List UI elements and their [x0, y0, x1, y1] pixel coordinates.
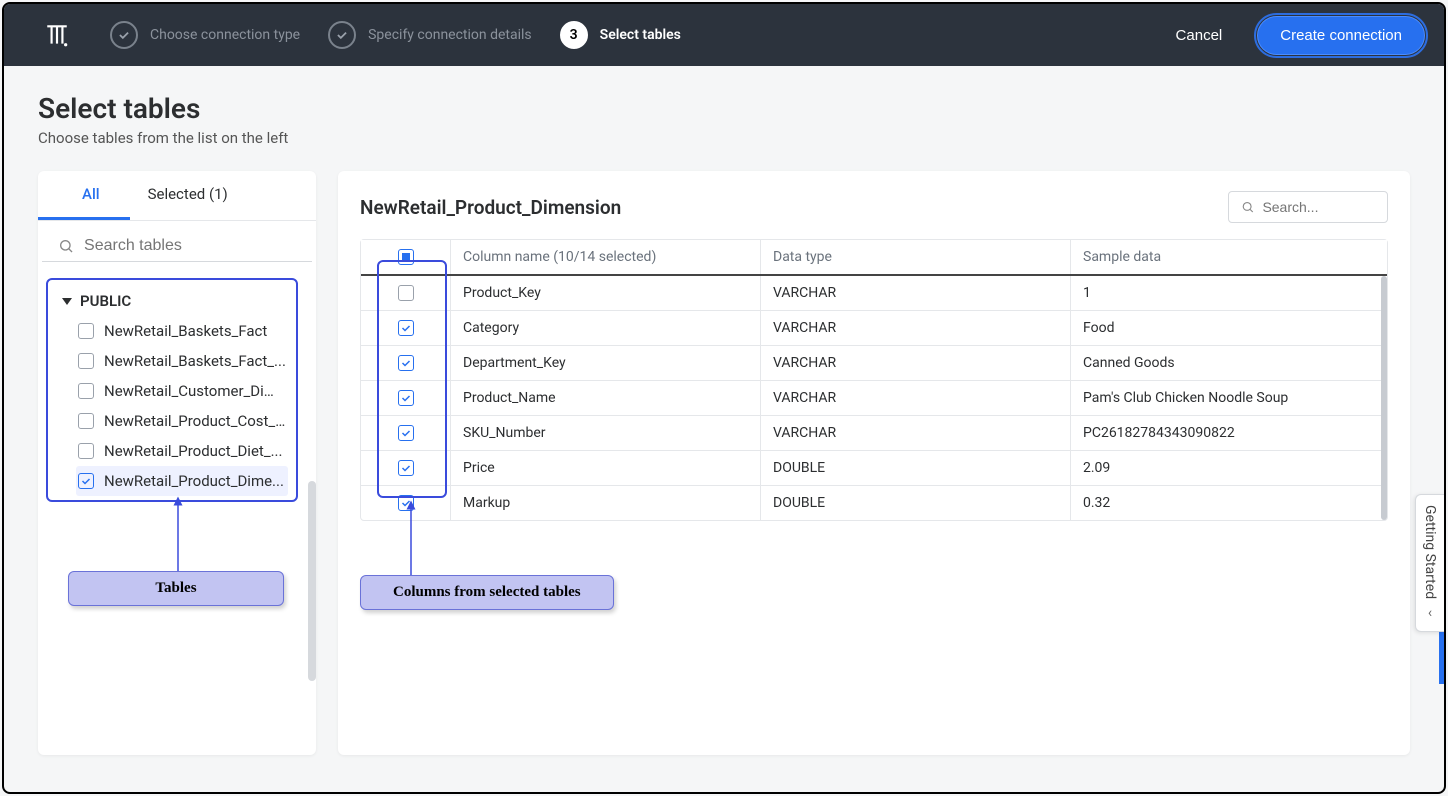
column-type: DOUBLE — [761, 451, 1071, 485]
column-sample: Canned Goods — [1071, 346, 1387, 380]
search-icon — [58, 237, 74, 255]
app-logo — [44, 22, 70, 48]
column-sample: PC26182784343090822 — [1071, 416, 1387, 450]
column-sample: 1 — [1071, 276, 1387, 310]
step-label: Choose connection type — [150, 27, 300, 43]
table-checkbox[interactable] — [78, 353, 94, 369]
column-row: MarkupDOUBLE0.32 — [361, 486, 1387, 520]
column-checkbox[interactable] — [398, 320, 414, 336]
column-name: Product_Name — [451, 381, 761, 415]
column-type: VARCHAR — [761, 416, 1071, 450]
header-sample-data: Sample data — [1071, 240, 1387, 274]
step-2: Specify connection details — [328, 21, 532, 49]
table-item[interactable]: NewRetail_Baskets_Fact_... — [76, 346, 288, 376]
step-number: 3 — [560, 21, 588, 49]
column-sample: Pam's Club Chicken Noodle Soup — [1071, 381, 1387, 415]
column-name: Price — [451, 451, 761, 485]
columns-panel: NewRetail_Product_Dimension Column name … — [338, 171, 1410, 755]
table-label: NewRetail_Product_Diet_... — [104, 442, 282, 460]
column-checkbox[interactable] — [398, 390, 414, 406]
search-columns-box — [1228, 191, 1388, 223]
column-checkbox[interactable] — [398, 285, 414, 301]
callout-tables: Tables — [68, 571, 284, 606]
arrow-tables — [163, 495, 193, 575]
search-icon — [1241, 199, 1254, 215]
cancel-button[interactable]: Cancel — [1154, 17, 1245, 54]
table-label: NewRetail_Baskets_Fact_... — [104, 352, 286, 370]
grid-header-row: Column name (10/14 selected) Data type S… — [361, 240, 1387, 276]
column-sample: Food — [1071, 311, 1387, 345]
table-checkbox[interactable] — [78, 323, 94, 339]
schema-name: PUBLIC — [80, 292, 131, 310]
column-row: Product_NameVARCHARPam's Club Chicken No… — [361, 381, 1387, 416]
column-name: Markup — [451, 486, 761, 520]
table-label: NewRetail_Product_Dime... — [104, 472, 284, 490]
table-item[interactable]: NewRetail_Customer_Dim... — [76, 376, 288, 406]
table-checkbox[interactable] — [78, 443, 94, 459]
table-item[interactable]: NewRetail_Baskets_Fact — [76, 316, 288, 346]
column-name: Product_Key — [451, 276, 761, 310]
schema-tree: PUBLIC NewRetail_Baskets_Fact NewRetail_B… — [46, 278, 298, 502]
column-name: Category — [451, 311, 761, 345]
column-checkbox[interactable] — [398, 460, 414, 476]
table-item[interactable]: NewRetail_Product_Dime... — [76, 466, 288, 496]
search-columns-input[interactable] — [1262, 199, 1375, 215]
columns-grid: Column name (10/14 selected) Data type S… — [360, 239, 1388, 521]
search-tables-box — [42, 227, 312, 262]
table-checkbox[interactable] — [78, 383, 94, 399]
header-data-type: Data type — [761, 240, 1071, 274]
chevron-left-icon: ‹ — [1428, 605, 1432, 621]
search-tables-input[interactable] — [84, 237, 296, 255]
stepper: Choose connection type Specify connectio… — [110, 21, 1154, 49]
step-label: Specify connection details — [368, 27, 532, 43]
column-type: DOUBLE — [761, 486, 1071, 520]
column-name: Department_Key — [451, 346, 761, 380]
column-sample: 0.32 — [1071, 486, 1387, 520]
select-all-checkbox[interactable] — [398, 249, 414, 265]
column-row: PriceDOUBLE2.09 — [361, 451, 1387, 486]
callout-columns: Columns from selected tables — [360, 575, 614, 610]
tables-sidebar: All Selected (1) PUBLIC NewRetail_Basket… — [38, 171, 316, 755]
table-label: NewRetail_Baskets_Fact — [104, 322, 267, 340]
column-type: VARCHAR — [761, 346, 1071, 380]
page-title: Select tables — [38, 92, 1410, 125]
getting-started-label: Getting Started — [1422, 505, 1438, 599]
create-connection-button[interactable]: Create connection — [1258, 17, 1424, 54]
table-label: NewRetail_Customer_Dim... — [104, 382, 286, 400]
header-column-name: Column name (10/14 selected) — [451, 240, 761, 274]
column-type: VARCHAR — [761, 381, 1071, 415]
table-item[interactable]: NewRetail_Product_Cost_... — [76, 406, 288, 436]
column-row: Product_KeyVARCHAR1 — [361, 276, 1387, 311]
column-type: VARCHAR — [761, 311, 1071, 345]
column-checkbox[interactable] — [398, 355, 414, 371]
caret-down-icon — [62, 298, 72, 305]
column-checkbox[interactable] — [398, 425, 414, 441]
getting-started-tab[interactable]: Getting Started ‹ — [1415, 494, 1444, 632]
topbar: Choose connection type Specify connectio… — [4, 4, 1444, 66]
column-type: VARCHAR — [761, 276, 1071, 310]
check-icon — [328, 21, 356, 49]
column-row: CategoryVARCHARFood — [361, 311, 1387, 346]
column-name: SKU_Number — [451, 416, 761, 450]
column-checkbox[interactable] — [398, 495, 414, 511]
table-item[interactable]: NewRetail_Product_Diet_... — [76, 436, 288, 466]
tab-selected[interactable]: Selected (1) — [130, 171, 246, 220]
sidebar-scrollbar[interactable] — [308, 481, 316, 681]
column-row: Department_KeyVARCHARCanned Goods — [361, 346, 1387, 381]
step-1: Choose connection type — [110, 21, 300, 49]
column-sample: 2.09 — [1071, 451, 1387, 485]
page-subtitle: Choose tables from the list on the left — [38, 129, 1410, 147]
table-label: NewRetail_Product_Cost_... — [104, 412, 286, 430]
column-row: SKU_NumberVARCHARPC26182784343090822 — [361, 416, 1387, 451]
step-label: Select tables — [600, 27, 681, 43]
tab-all[interactable]: All — [38, 171, 130, 220]
table-checkbox[interactable] — [78, 413, 94, 429]
schema-header[interactable]: PUBLIC — [62, 290, 288, 316]
check-icon — [110, 21, 138, 49]
table-checkbox[interactable] — [78, 473, 94, 489]
selected-table-name: NewRetail_Product_Dimension — [360, 196, 621, 219]
step-3: 3 Select tables — [560, 21, 681, 49]
